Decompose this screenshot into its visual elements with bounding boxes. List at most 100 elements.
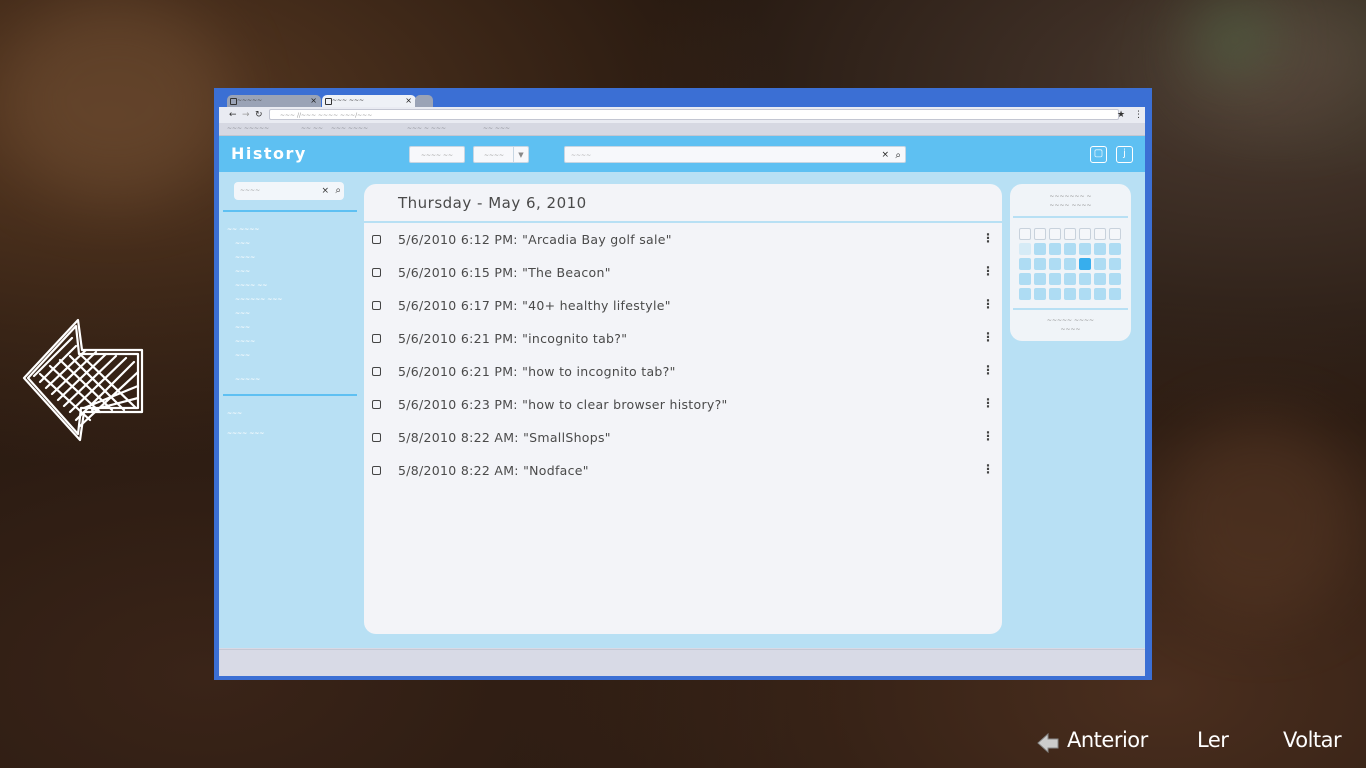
- calendar-day[interactable]: [1064, 273, 1076, 285]
- history-entry[interactable]: 5/6/2010 6:21 PM: "how to incognito tab?…: [364, 357, 1002, 387]
- read-button[interactable]: Ler: [1197, 728, 1229, 752]
- sidebar-item[interactable]: ~~~~: [235, 254, 255, 261]
- sidebar-item[interactable]: ~~~: [235, 240, 250, 247]
- sidebar-search-input[interactable]: ~~~~ × ⌕: [234, 182, 344, 200]
- entry-text[interactable]: 5/6/2010 6:21 PM: "how to incognito tab?…: [398, 364, 676, 379]
- calendar-day[interactable]: [1094, 258, 1106, 270]
- entry-checkbox[interactable]: [372, 334, 381, 343]
- calendar-day[interactable]: [1019, 258, 1031, 270]
- calendar-day-selected[interactable]: [1079, 258, 1091, 270]
- calendar-day[interactable]: [1064, 258, 1076, 270]
- sidebar-item[interactable]: ~~~: [235, 310, 250, 317]
- back-arrow-icon[interactable]: [20, 316, 146, 444]
- calendar-day[interactable]: [1109, 228, 1121, 240]
- history-entry[interactable]: 5/8/2010 8:22 AM: "Nodface" ⋮: [364, 456, 1002, 486]
- calendar-day[interactable]: [1019, 273, 1031, 285]
- more-options-icon[interactable]: ⋮: [982, 462, 994, 476]
- entry-text[interactable]: 5/6/2010 6:17 PM: "40+ healthy lifestyle…: [398, 298, 671, 313]
- calendar-day[interactable]: [1094, 228, 1106, 240]
- calendar-day[interactable]: [1109, 243, 1121, 255]
- history-entry[interactable]: 5/6/2010 6:15 PM: "The Beacon" ⋮: [364, 258, 1002, 288]
- calendar-day[interactable]: [1049, 288, 1061, 300]
- search-icon[interactable]: ⌕: [895, 147, 901, 164]
- more-options-icon[interactable]: ⋮: [982, 429, 994, 443]
- clear-icon[interactable]: ×: [881, 147, 889, 164]
- entry-text[interactable]: 5/6/2010 6:15 PM: "The Beacon": [398, 265, 611, 280]
- history-entry[interactable]: 5/8/2010 8:22 AM: "SmallShops" ⋮: [364, 423, 1002, 453]
- calendar-day[interactable]: [1064, 243, 1076, 255]
- bookmark-item[interactable]: ~~~ ~ ~~~: [407, 123, 446, 135]
- entry-checkbox[interactable]: [372, 301, 381, 310]
- more-options-icon[interactable]: ⋮: [982, 264, 994, 278]
- star-icon[interactable]: ★: [1117, 109, 1125, 121]
- sidebar-item[interactable]: ~~~: [235, 324, 250, 331]
- entry-checkbox[interactable]: [372, 400, 381, 409]
- entry-text[interactable]: 5/6/2010 6:21 PM: "incognito tab?": [398, 331, 627, 346]
- entry-checkbox[interactable]: [372, 433, 381, 442]
- calendar-day[interactable]: [1049, 228, 1061, 240]
- browser-tab-2[interactable]: ~~~ ~~~ ×: [322, 95, 416, 107]
- calendar-day[interactable]: [1094, 273, 1106, 285]
- entry-text[interactable]: 5/8/2010 8:22 AM: "Nodface": [398, 463, 589, 478]
- more-options-icon[interactable]: ⋮: [982, 396, 994, 410]
- sidebar-item[interactable]: ~~~~~~ ~~~: [235, 296, 282, 303]
- calendar-day[interactable]: [1034, 273, 1046, 285]
- calendar-day[interactable]: [1034, 258, 1046, 270]
- entry-checkbox[interactable]: [372, 367, 381, 376]
- sidebar-item[interactable]: ~~~: [235, 268, 250, 275]
- previous-button[interactable]: Anterior: [1067, 728, 1148, 752]
- calendar-day[interactable]: [1019, 288, 1031, 300]
- calendar-day[interactable]: [1079, 273, 1091, 285]
- history-entry[interactable]: 5/6/2010 6:21 PM: "incognito tab?" ⋮: [364, 324, 1002, 354]
- search-icon[interactable]: ⌕: [335, 182, 341, 200]
- calendar-day[interactable]: [1064, 288, 1076, 300]
- bookmark-item[interactable]: ~~~ ~~~~~: [227, 123, 269, 135]
- more-options-icon[interactable]: ⋮: [982, 297, 994, 311]
- back-button[interactable]: Voltar: [1283, 728, 1342, 752]
- bookmark-item[interactable]: ~~ ~~~: [483, 123, 510, 135]
- bookmark-item[interactable]: ~~~ ~~~~: [331, 123, 368, 135]
- sidebar-item[interactable]: ~~~: [235, 352, 250, 359]
- calendar-day[interactable]: [1049, 243, 1061, 255]
- reload-icon[interactable]: ↻: [255, 109, 263, 121]
- sidebar-item[interactable]: ~~~~ ~~: [235, 282, 267, 289]
- calendar-day[interactable]: [1109, 258, 1121, 270]
- chevron-down-icon[interactable]: ▼: [513, 147, 528, 162]
- close-tab-icon[interactable]: ×: [310, 95, 317, 107]
- sidebar-item[interactable]: ~~~~: [235, 338, 255, 345]
- new-tab-button[interactable]: [415, 95, 433, 107]
- entry-text[interactable]: 5/8/2010 8:22 AM: "SmallShops": [398, 430, 611, 445]
- header-search-input[interactable]: ~~~~ × ⌕: [564, 146, 906, 163]
- previous-arrow-icon[interactable]: [1036, 731, 1060, 755]
- calendar-day[interactable]: [1094, 288, 1106, 300]
- calendar-day[interactable]: [1034, 228, 1046, 240]
- address-bar[interactable]: ~~~ //~~~ ~~~~ ~~~/~~~: [269, 109, 1119, 120]
- forward-icon[interactable]: →: [242, 109, 250, 121]
- history-entry[interactable]: 5/6/2010 6:17 PM: "40+ healthy lifestyle…: [364, 291, 1002, 321]
- entry-checkbox[interactable]: [372, 466, 381, 475]
- calendar-day[interactable]: [1064, 228, 1076, 240]
- calendar-day[interactable]: [1019, 243, 1031, 255]
- history-entry[interactable]: 5/6/2010 6:23 PM: "how to clear browser …: [364, 390, 1002, 420]
- entry-text[interactable]: 5/6/2010 6:23 PM: "how to clear browser …: [398, 397, 728, 412]
- menu-icon[interactable]: ⋮: [1134, 109, 1143, 121]
- browser-tab-1[interactable]: ~~~~~ ×: [227, 95, 321, 107]
- entry-text[interactable]: 5/6/2010 6:12 PM: "Arcadia Bay golf sale…: [398, 232, 672, 247]
- calendar-day[interactable]: [1079, 228, 1091, 240]
- more-options-icon[interactable]: ⋮: [982, 363, 994, 377]
- chat-icon[interactable]: ▢: [1090, 146, 1107, 163]
- back-icon[interactable]: ←: [229, 109, 237, 121]
- calendar-day[interactable]: [1049, 273, 1061, 285]
- calendar-day[interactable]: [1079, 243, 1091, 255]
- more-options-icon[interactable]: ⋮: [982, 231, 994, 245]
- sidebar-footer-item[interactable]: ~~~~ ~~~: [227, 430, 264, 437]
- calendar-day[interactable]: [1034, 243, 1046, 255]
- bookmark-item[interactable]: ~~ ~~: [301, 123, 323, 135]
- sidebar-item[interactable]: ~~ ~~~~: [227, 226, 259, 233]
- entry-checkbox[interactable]: [372, 268, 381, 277]
- calendar-day[interactable]: [1034, 288, 1046, 300]
- sidebar-item[interactable]: ~~~~~: [235, 376, 260, 383]
- sidebar-footer-item[interactable]: ~~~: [227, 410, 242, 417]
- calendar-day[interactable]: [1109, 273, 1121, 285]
- header-dropdown[interactable]: ~~~~ ▼: [473, 146, 529, 163]
